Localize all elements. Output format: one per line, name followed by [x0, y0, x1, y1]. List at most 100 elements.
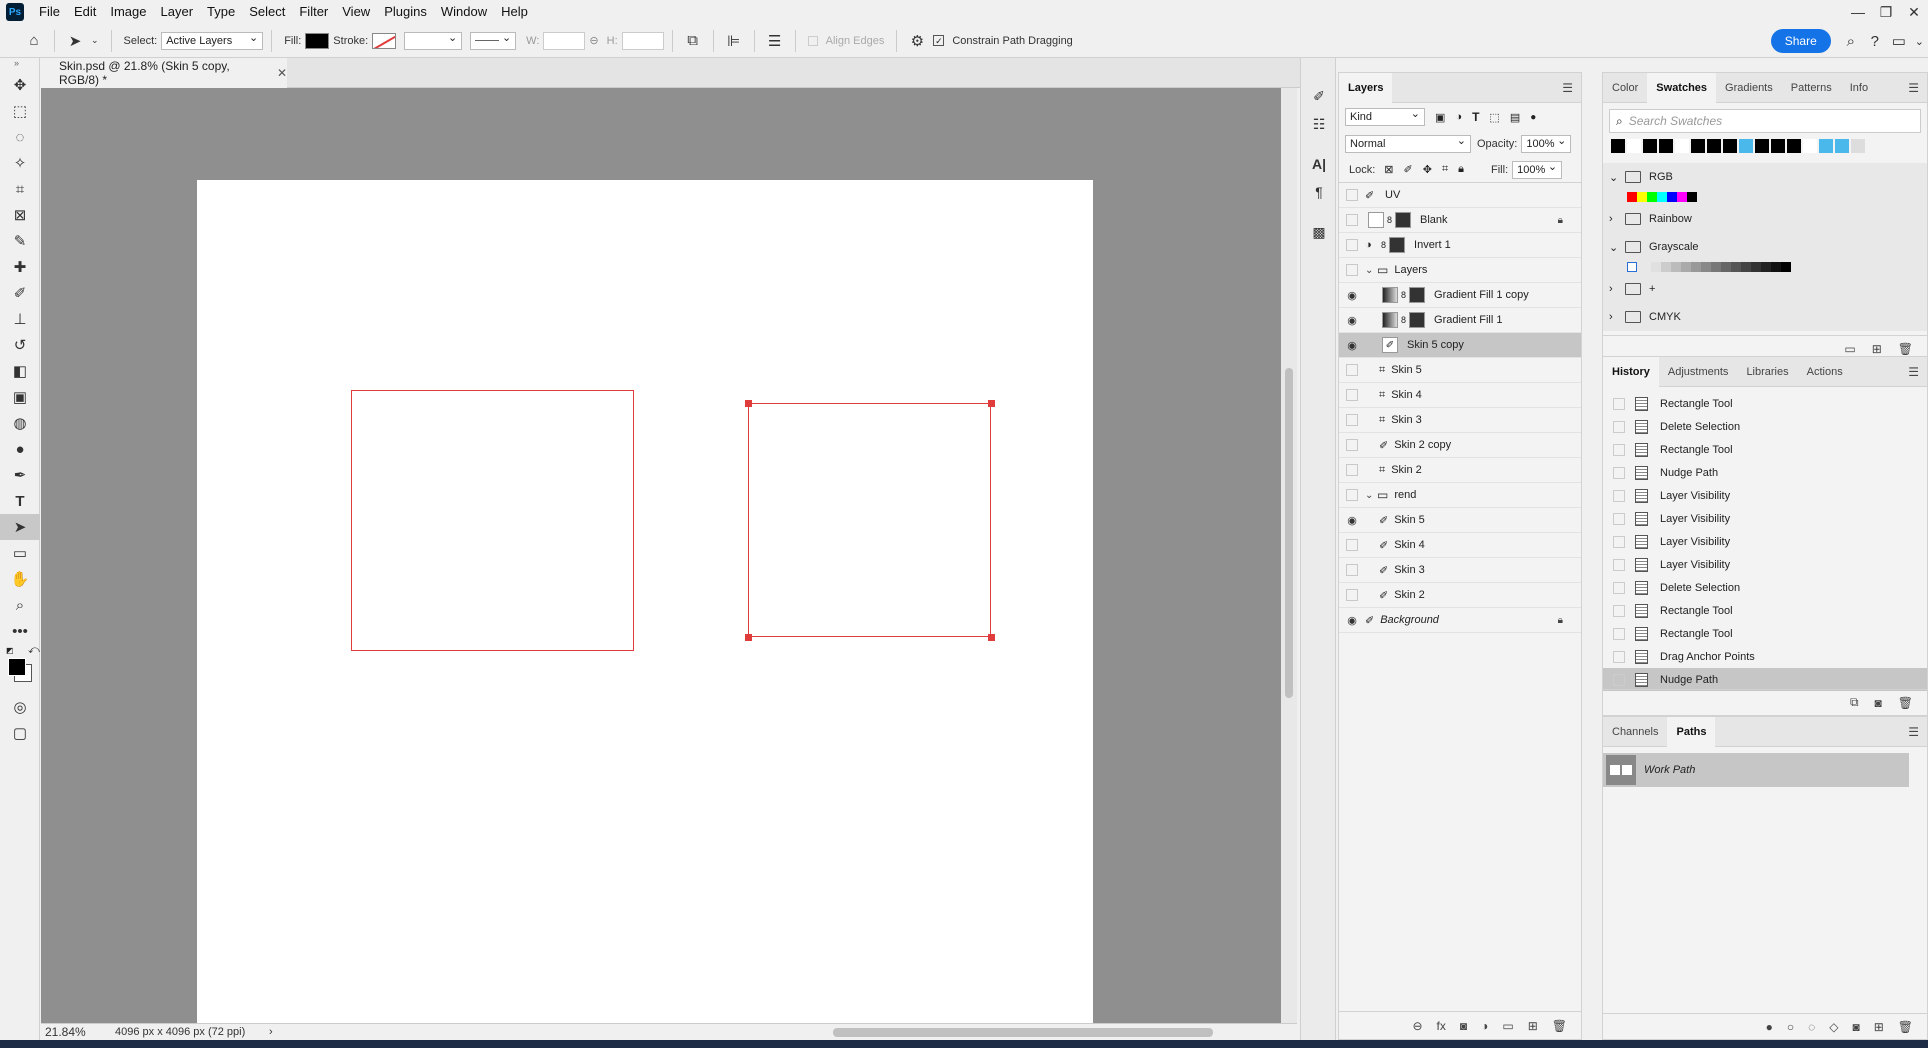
history-item[interactable]: Rectangle Tool	[1603, 392, 1927, 415]
visibility-toggle[interactable]	[1346, 464, 1358, 476]
path-alignment-icon[interactable]: ⊫	[722, 29, 746, 53]
new-path-icon[interactable]: ⊞	[1874, 1020, 1884, 1034]
panel-menu-icon[interactable]: ☰	[1562, 81, 1573, 95]
fill-swatch[interactable]	[305, 32, 330, 49]
recent-swatches[interactable]	[1603, 137, 1927, 159]
brush-settings-icon[interactable]: ✐	[1301, 82, 1337, 110]
tab-paths[interactable]: Paths	[1667, 716, 1716, 747]
history-item[interactable]: Drag Anchor Points	[1603, 645, 1927, 668]
history-item[interactable]: Nudge Path	[1603, 461, 1927, 484]
rectangle-path-right[interactable]	[748, 403, 991, 637]
fill-input[interactable]: 100%	[1512, 160, 1563, 179]
lock-all-icon[interactable]: 🔒︎	[1458, 163, 1464, 176]
horizontal-scrollbar[interactable]	[273, 1024, 1297, 1041]
snapshot-icon[interactable]: ◙	[1875, 696, 1882, 710]
visibility-toggle[interactable]	[1346, 389, 1358, 401]
tab-actions[interactable]: Actions	[1798, 357, 1852, 387]
grayscale-swatches[interactable]	[1603, 261, 1927, 275]
filter-adjustment-icon[interactable]: ◑	[1455, 111, 1462, 123]
anchor-point[interactable]	[988, 634, 995, 641]
visibility-toggle[interactable]	[1346, 364, 1358, 376]
history-item[interactable]: Rectangle Tool	[1603, 599, 1927, 622]
delete-layer-icon[interactable]: 🗑︎	[1552, 1019, 1567, 1033]
vertical-scrollbar[interactable]	[1281, 88, 1297, 1023]
home-icon[interactable]: ⌂	[22, 29, 46, 53]
color-swatches[interactable]: ◩ ⤺	[0, 644, 40, 694]
default-colors-icon[interactable]: ◩	[6, 646, 14, 655]
paragraph-icon[interactable]: ¶	[1301, 178, 1337, 206]
filter-type-icon[interactable]: T	[1472, 110, 1479, 124]
image-icon[interactable]: ▩	[1301, 218, 1337, 246]
history-item[interactable]: Nudge Path	[1603, 668, 1927, 691]
rectangle-tool-icon[interactable]: ▭	[0, 540, 40, 566]
menu-view[interactable]: View	[335, 0, 377, 24]
eyedropper-tool-icon[interactable]: ✎	[0, 228, 40, 254]
history-item[interactable]: Layer Visibility	[1603, 484, 1927, 507]
rgb-swatches[interactable]	[1603, 191, 1927, 205]
menu-type[interactable]: Type	[200, 0, 242, 24]
tab-adjustments[interactable]: Adjustments	[1659, 357, 1738, 387]
blur-tool-icon[interactable]: ◍	[0, 410, 40, 436]
layer-row[interactable]: ◉ 8 Gradient Fill 1	[1339, 308, 1581, 333]
fx-icon[interactable]: fx	[1437, 1019, 1446, 1033]
clone-stamp-tool-icon[interactable]: ⊥	[0, 306, 40, 332]
layer-row[interactable]: ⌗ Skin 4	[1339, 383, 1581, 408]
pen-tool-icon[interactable]: ✒	[0, 462, 40, 488]
delete-path-icon[interactable]: 🗑︎	[1898, 1020, 1913, 1034]
more-tools-icon[interactable]: •••	[0, 618, 40, 644]
path-operations-icon[interactable]: ⧉	[681, 29, 705, 53]
zoom-level[interactable]: 21.84%	[45, 1025, 115, 1039]
visibility-toggle[interactable]	[1346, 214, 1358, 226]
new-group-icon[interactable]: ▭	[1502, 1019, 1513, 1033]
character-icon[interactable]: A|	[1301, 150, 1337, 178]
visibility-toggle[interactable]	[1346, 239, 1358, 251]
visibility-toggle[interactable]	[1346, 564, 1358, 576]
hand-tool-icon[interactable]: ✋	[0, 566, 40, 592]
close-window-icon[interactable]: ✕	[1900, 0, 1928, 24]
filter-shape-icon[interactable]: ⬚	[1489, 111, 1499, 124]
document-canvas[interactable]	[197, 180, 1093, 1023]
dodge-tool-icon[interactable]: ●	[0, 436, 40, 462]
layer-row[interactable]: ⌗ Skin 5	[1339, 358, 1581, 383]
filter-kind-dropdown[interactable]: Kind	[1345, 107, 1425, 126]
layer-row[interactable]: ⌗ Skin 2	[1339, 458, 1581, 483]
constrain-checkbox[interactable]: ✓	[933, 35, 945, 46]
crop-tool-icon[interactable]: ⌗	[0, 176, 40, 202]
marquee-tool-icon[interactable]: ⬚	[0, 98, 40, 124]
history-item[interactable]: Layer Visibility	[1603, 553, 1927, 576]
link-layers-icon[interactable]: ⊖	[1412, 1019, 1422, 1033]
layer-row[interactable]: ✐ Skin 3	[1339, 558, 1581, 583]
lock-pixels-icon[interactable]: ✐	[1404, 163, 1413, 176]
tab-color[interactable]: Color	[1603, 73, 1647, 103]
layer-row[interactable]: ⌗ Skin 3	[1339, 408, 1581, 433]
height-input[interactable]	[621, 31, 664, 50]
tab-layers[interactable]: Layers	[1339, 72, 1393, 103]
delete-swatch-icon[interactable]: 🗑︎	[1898, 342, 1913, 356]
load-selection-icon[interactable]: ◌	[1808, 1020, 1815, 1034]
tab-libraries[interactable]: Libraries	[1737, 357, 1797, 387]
menu-edit[interactable]: Edit	[67, 0, 103, 24]
search-icon[interactable]: ⌕	[1839, 29, 1863, 53]
history-item[interactable]: Layer Visibility	[1603, 530, 1927, 553]
tab-history[interactable]: History	[1603, 356, 1659, 387]
layer-row[interactable]: ✐ Skin 2 copy	[1339, 433, 1581, 458]
visibility-toggle[interactable]	[1346, 589, 1358, 601]
fill-path-icon[interactable]: ●	[1766, 1020, 1773, 1034]
quick-mask-icon[interactable]: ◎	[0, 694, 40, 720]
swap-colors-icon[interactable]: ⤺	[28, 644, 40, 657]
magic-wand-tool-icon[interactable]: ✧	[0, 150, 40, 176]
menu-image[interactable]: Image	[103, 0, 153, 24]
stroke-type-dropdown[interactable]	[470, 31, 517, 50]
menu-help[interactable]: Help	[494, 0, 535, 24]
eye-icon[interactable]: ◉	[1339, 314, 1365, 327]
delete-state-icon[interactable]: 🗑︎	[1898, 696, 1913, 710]
canvas-area[interactable]	[41, 88, 1281, 1023]
layer-row[interactable]: ◉ ✐ Skin 5	[1339, 508, 1581, 533]
layer-row[interactable]: ◉ ✐ Background 🔒︎	[1339, 608, 1581, 633]
zoom-tool-icon[interactable]: ⌕	[0, 592, 40, 618]
layer-row[interactable]: ✐ Skin 2	[1339, 583, 1581, 608]
chevron-right-icon[interactable]: ›	[1609, 213, 1621, 225]
close-icon[interactable]: ✕	[277, 66, 287, 80]
layer-group-row[interactable]: ⌄ ▭ rend	[1339, 483, 1581, 508]
add-mask-icon[interactable]: ◙	[1852, 1020, 1859, 1034]
